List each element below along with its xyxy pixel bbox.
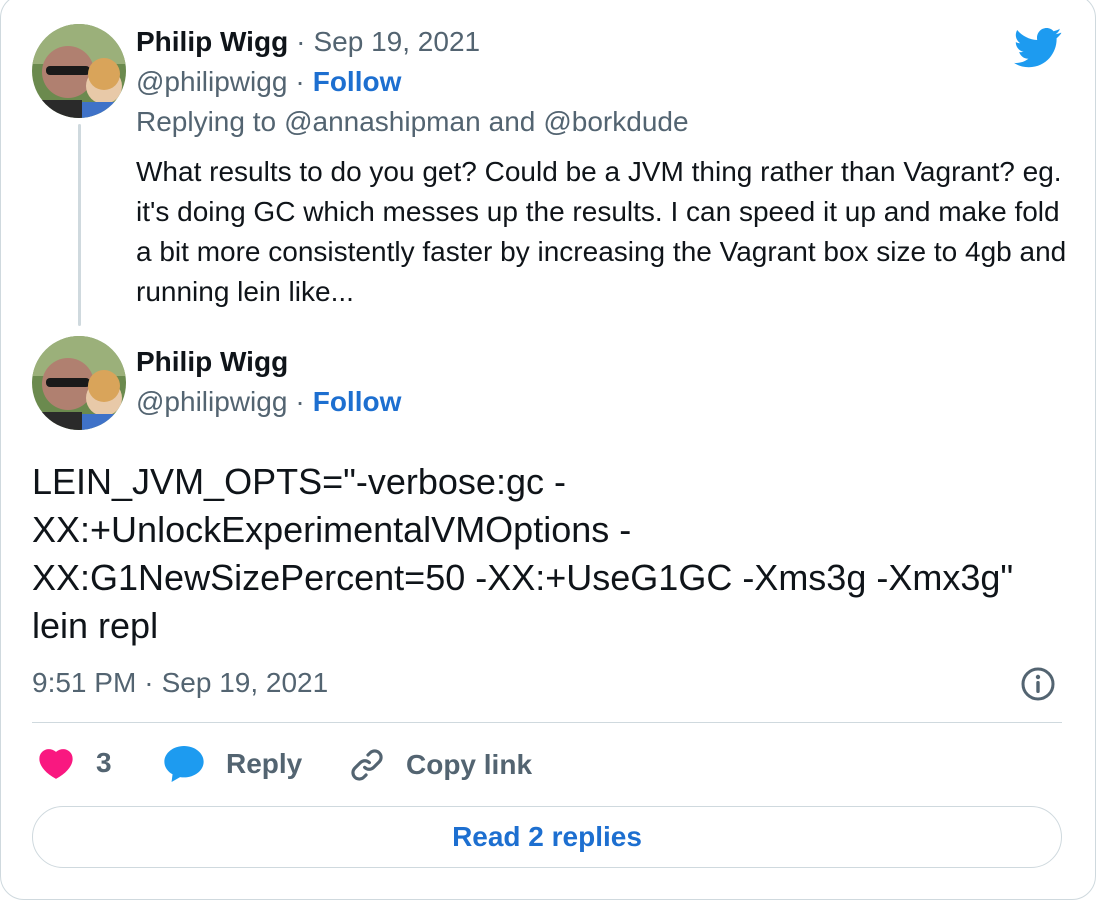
twitter-bird-icon[interactable] (1013, 28, 1062, 73)
tweet-date[interactable]: Sep 19, 2021 (314, 26, 481, 58)
main-tweet-text: LEIN_JVM_OPTS="-verbose:gc -XX:+UnlockEx… (32, 461, 1014, 646)
replying-and-label: and (488, 106, 536, 137)
info-icon[interactable] (1020, 666, 1056, 707)
author-name[interactable]: Philip Wigg (136, 346, 288, 377)
separator-dot: · (296, 26, 306, 57)
tweet-date: Sep 19, 2021 (161, 667, 329, 698)
follow-button[interactable]: Follow (313, 66, 402, 98)
like-button[interactable]: 3 (38, 746, 112, 780)
follow-button[interactable]: Follow (313, 386, 402, 418)
copy-link-button[interactable]: Copy link (348, 746, 532, 784)
copy-link-label: Copy link (406, 749, 533, 780)
reply-label: Reply (226, 748, 303, 779)
avatar-photo (32, 336, 126, 430)
link-icon (351, 749, 383, 781)
separator-dot: · (295, 386, 305, 417)
replying-user-link[interactable]: @annashipman (284, 106, 481, 138)
author-handle[interactable]: @philipwigg (136, 386, 287, 418)
heart-icon (39, 749, 73, 779)
replying-to-label: Replying to (136, 106, 277, 137)
reply-button[interactable]: Reply (164, 746, 302, 782)
like-count: 3 (96, 747, 112, 778)
speech-bubble-icon (164, 746, 204, 782)
reply-tweet-text: What results to do you get? Could be a J… (136, 156, 1067, 307)
read-replies-button[interactable]: Read 2 replies (32, 806, 1062, 868)
avatar[interactable] (32, 336, 126, 430)
separator-dot: · (295, 66, 305, 97)
author-name[interactable]: Philip Wigg (136, 26, 288, 58)
replying-user-link[interactable]: @borkdude (543, 106, 688, 138)
read-replies-label: Read 2 replies (452, 821, 642, 852)
tweet-timestamp[interactable]: 9:51 PM · Sep 19, 2021 (32, 667, 328, 699)
avatar[interactable] (32, 24, 126, 118)
tweet-time: 9:51 PM (32, 667, 137, 698)
divider (32, 722, 1062, 723)
separator-dot: · (144, 667, 154, 698)
avatar-photo (32, 24, 126, 118)
thread-connector-line (78, 124, 81, 326)
author-handle[interactable]: @philipwigg (136, 66, 287, 98)
